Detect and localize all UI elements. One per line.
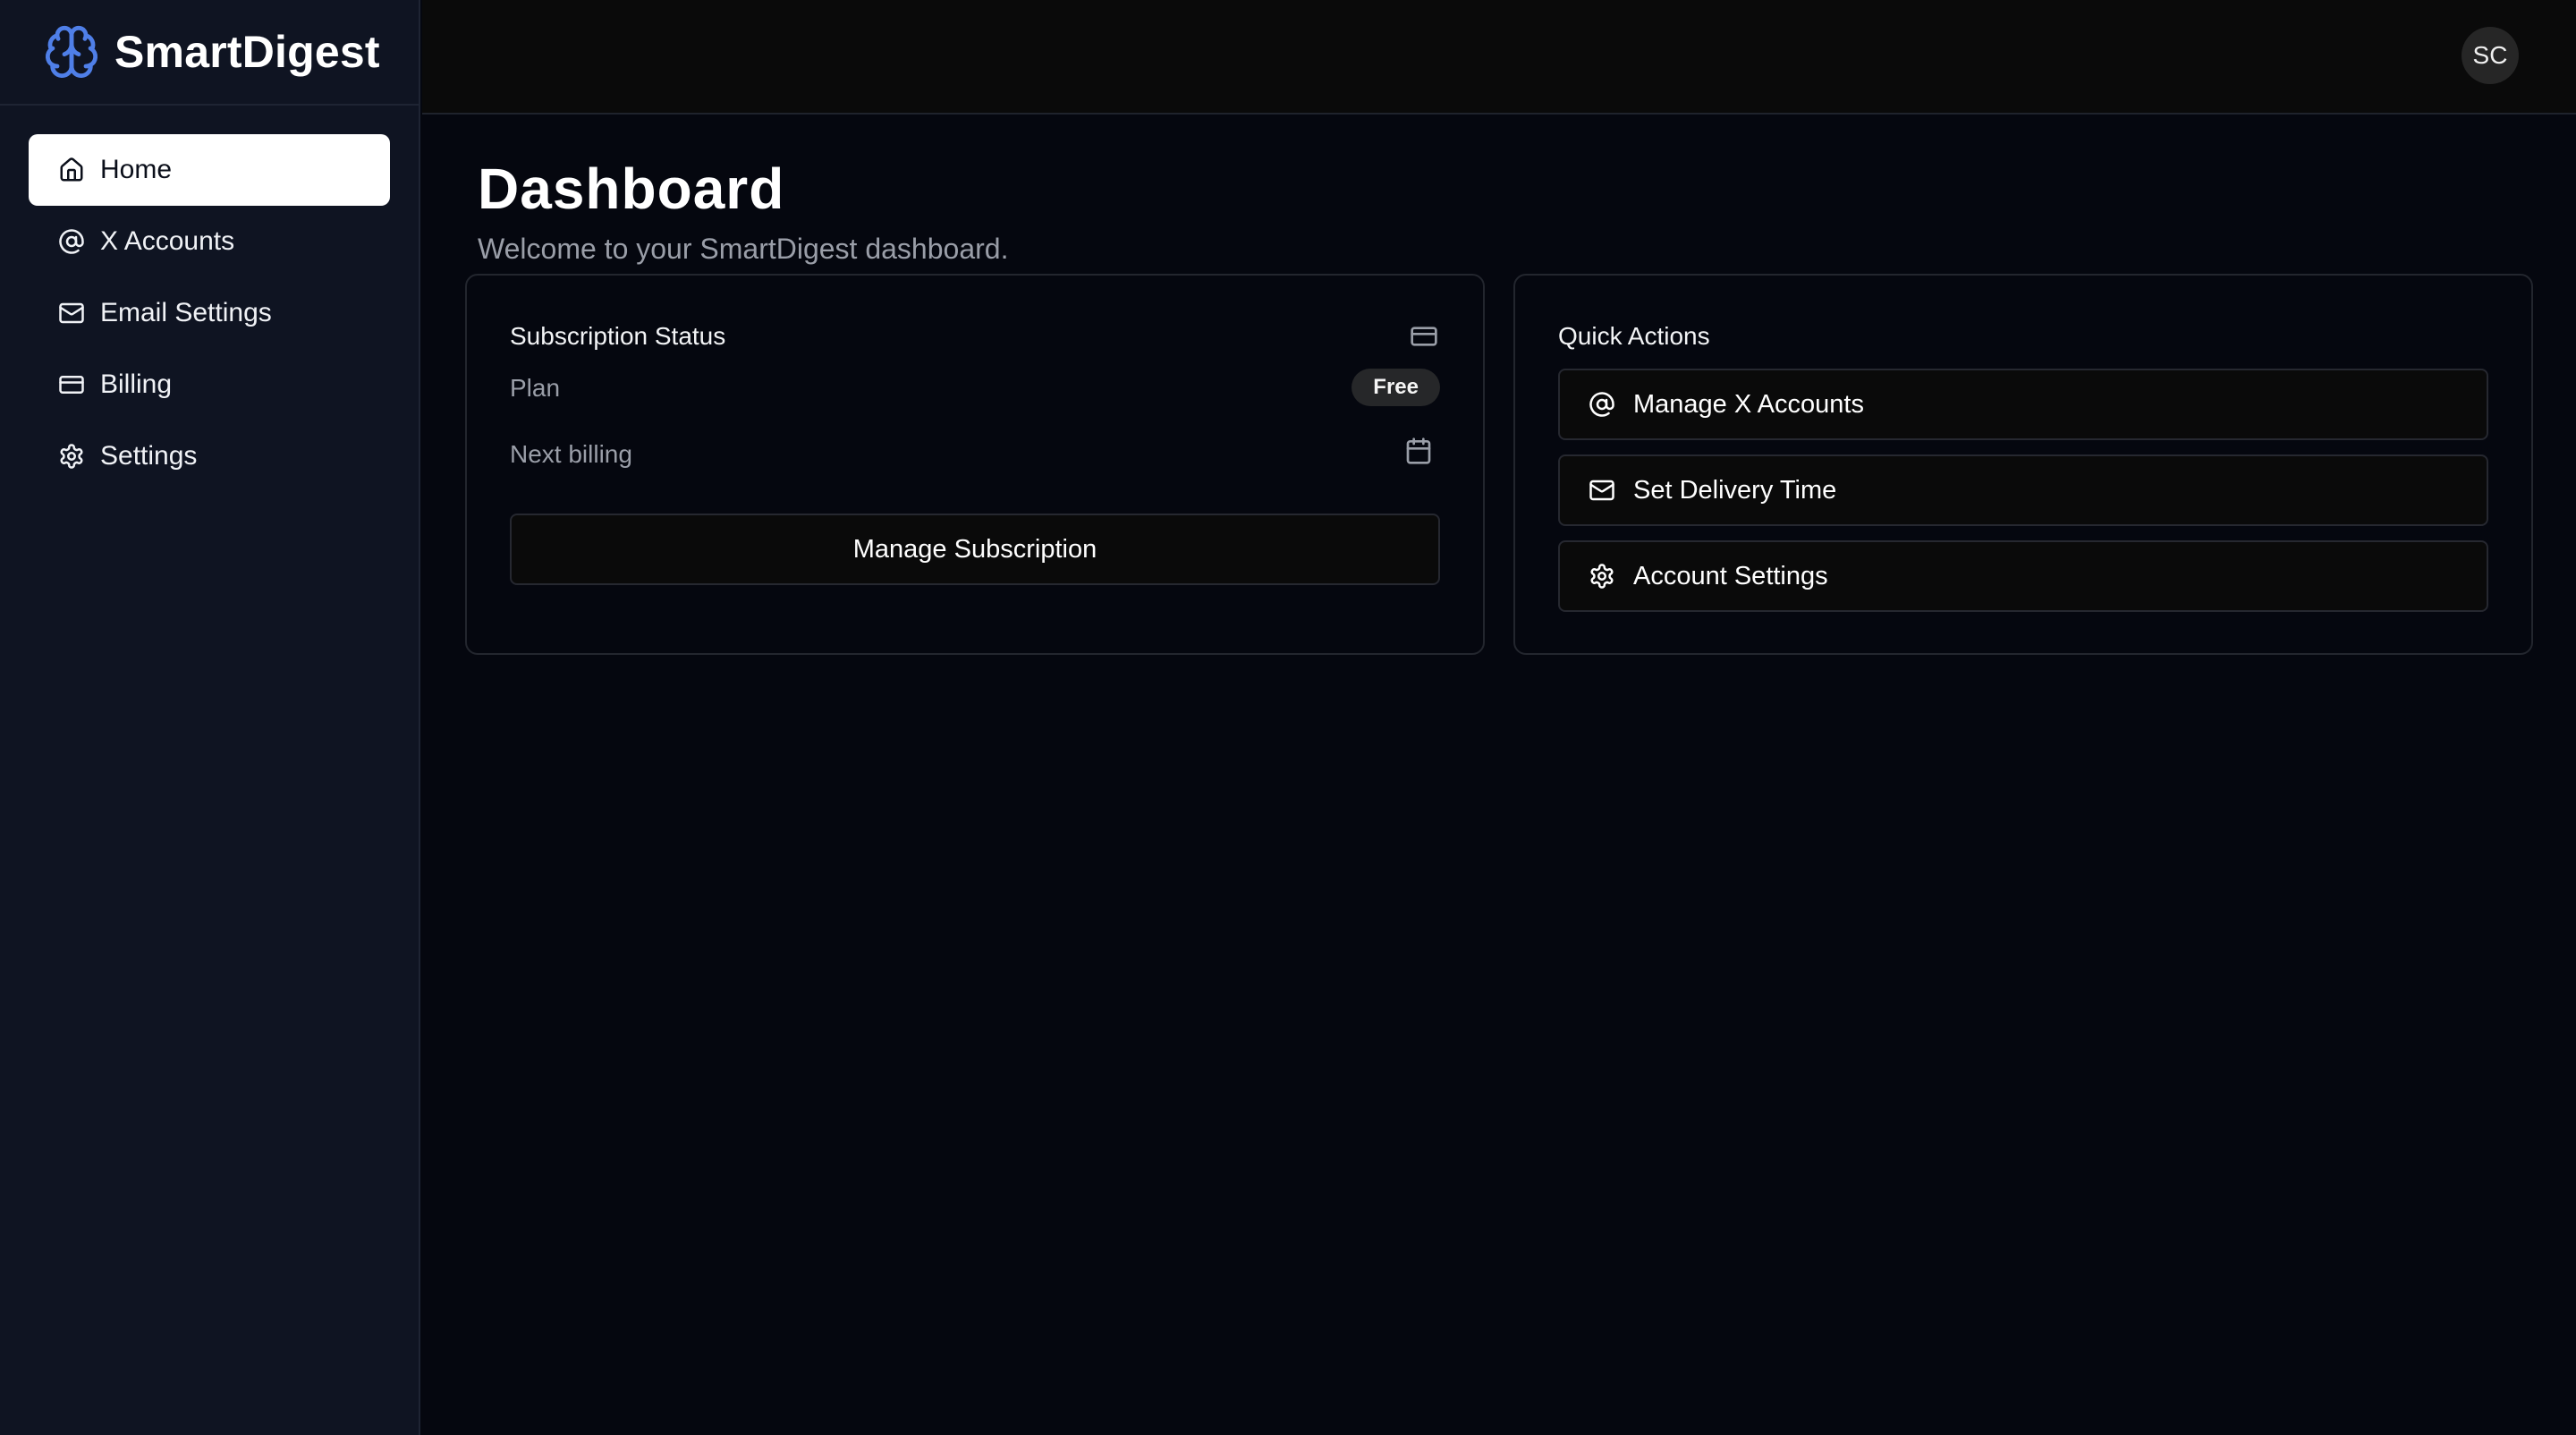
quick-action-label: Account Settings bbox=[1633, 561, 1828, 590]
credit-card-icon bbox=[57, 370, 86, 399]
page-title: Dashboard bbox=[478, 157, 785, 221]
sidebar-nav: Home X Accounts Email Settings Billing S… bbox=[0, 106, 419, 492]
sidebar-item-label: Home bbox=[100, 155, 173, 184]
quick-actions-card: Quick Actions Manage X Accounts Set Deli… bbox=[1513, 274, 2533, 655]
plan-badge: Free bbox=[1352, 369, 1440, 406]
main-content: Dashboard Welcome to your SmartDigest da… bbox=[422, 116, 2576, 1435]
sidebar-item-label: Settings bbox=[100, 441, 198, 471]
top-bar: SC bbox=[422, 0, 2576, 115]
calendar-icon bbox=[1404, 437, 1433, 465]
account-settings-button[interactable]: Account Settings bbox=[1558, 540, 2488, 612]
gear-icon bbox=[57, 442, 86, 471]
subscription-status-card: Subscription Status Plan Free Next billi… bbox=[465, 274, 1485, 655]
manage-x-accounts-button[interactable]: Manage X Accounts bbox=[1558, 369, 2488, 440]
sidebar-item-label: Billing bbox=[100, 369, 173, 399]
mail-icon bbox=[1589, 476, 1617, 505]
at-sign-icon bbox=[1589, 390, 1617, 419]
app-root: SmartDigest Home X Accounts Email Settin… bbox=[0, 0, 2576, 1435]
plan-label: Plan bbox=[510, 374, 561, 402]
brain-logo-icon bbox=[43, 23, 100, 81]
quick-action-label: Set Delivery Time bbox=[1633, 475, 1837, 505]
sidebar-item-x-accounts[interactable]: X Accounts bbox=[29, 206, 390, 277]
mail-icon bbox=[57, 299, 86, 327]
page-subtitle: Welcome to your SmartDigest dashboard. bbox=[478, 233, 1009, 265]
sidebar-item-email-settings[interactable]: Email Settings bbox=[29, 277, 390, 349]
app-name: SmartDigest bbox=[114, 27, 380, 77]
sidebar-item-label: X Accounts bbox=[100, 226, 235, 256]
card-title: Quick Actions bbox=[1558, 322, 1710, 350]
manage-subscription-button[interactable]: Manage Subscription bbox=[510, 514, 1440, 585]
sidebar-item-home[interactable]: Home bbox=[29, 134, 390, 206]
next-billing-label: Next billing bbox=[510, 440, 632, 468]
sidebar-item-billing[interactable]: Billing bbox=[29, 349, 390, 420]
avatar[interactable]: SC bbox=[2462, 27, 2519, 84]
brand[interactable]: SmartDigest bbox=[0, 0, 419, 106]
home-icon bbox=[57, 156, 86, 184]
credit-card-icon bbox=[1410, 322, 1440, 352]
card-title: Subscription Status bbox=[510, 322, 726, 350]
sidebar: SmartDigest Home X Accounts Email Settin… bbox=[0, 0, 420, 1435]
sidebar-item-settings[interactable]: Settings bbox=[29, 420, 390, 492]
quick-action-label: Manage X Accounts bbox=[1633, 389, 1864, 419]
at-sign-icon bbox=[57, 227, 86, 256]
set-delivery-time-button[interactable]: Set Delivery Time bbox=[1558, 454, 2488, 526]
gear-icon bbox=[1589, 562, 1617, 590]
sidebar-item-label: Email Settings bbox=[100, 298, 272, 327]
